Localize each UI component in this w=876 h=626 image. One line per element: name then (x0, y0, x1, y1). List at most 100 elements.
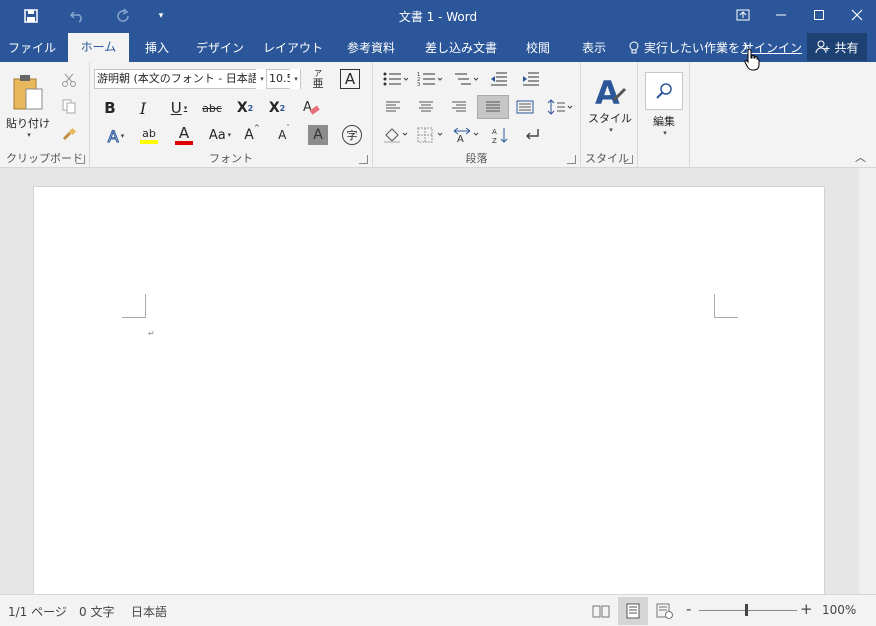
underline-button[interactable]: U ▾ (164, 97, 194, 119)
tab-layout[interactable]: レイアウト (262, 34, 324, 62)
customize-qat-button[interactable]: ▾ (146, 4, 176, 28)
bullet-list-icon (383, 72, 409, 86)
paragraph-launcher-button[interactable] (567, 155, 576, 164)
paragraph-mark-icon: ↵ (148, 329, 155, 338)
language-indicator[interactable]: 日本語 (131, 603, 167, 620)
tab-references[interactable]: 参考資料 (338, 34, 404, 62)
show-hide-marks-button[interactable] (521, 124, 543, 146)
font-color-button[interactable]: A (168, 122, 200, 148)
chevron-down-icon: ▾ (183, 104, 188, 112)
close-button[interactable] (838, 0, 876, 30)
align-left-button[interactable] (381, 96, 405, 118)
tab-review[interactable]: 校閲 (518, 34, 558, 62)
text-effects-button[interactable]: A ▾ (100, 124, 132, 148)
sort-button[interactable]: AZ (489, 124, 511, 146)
text-effects-glyph: A (107, 126, 119, 146)
page-count[interactable]: 1/1 ページ (8, 603, 67, 620)
clipboard-paste-icon (13, 75, 43, 110)
enclose-characters-button[interactable]: 字 (342, 125, 362, 145)
align-center-icon (419, 101, 433, 112)
tell-me-box[interactable]: 実行したい作業を入 (628, 34, 752, 62)
tab-file[interactable]: ファイル (0, 34, 64, 62)
shading-button[interactable] (381, 124, 411, 146)
clipboard-group: 貼り付け ▾ クリップボード (0, 62, 90, 168)
shrink-font-glyph: A (278, 128, 287, 142)
copy-button[interactable] (58, 96, 80, 116)
tab-insert[interactable]: 挿入 (135, 34, 179, 62)
share-button[interactable]: 共有 (807, 33, 867, 61)
italic-button[interactable]: I (133, 97, 153, 119)
lightbulb-icon (629, 41, 639, 54)
superscript-button[interactable]: X2 (266, 97, 288, 119)
font-name-select[interactable]: 游明朝 (本文のフォント - 日本語 (94, 69, 266, 89)
font-name-dropdown[interactable]: ▾ (256, 69, 266, 89)
font-group-label: フォント (209, 152, 253, 165)
tab-home[interactable]: ホーム (68, 33, 129, 63)
decrease-indent-button[interactable] (487, 68, 511, 90)
maximize-icon (814, 10, 824, 20)
highlight-color-button[interactable]: ab (132, 122, 166, 148)
document-page[interactable]: ↵ (33, 186, 825, 596)
tab-mailings[interactable]: 差し込み文書 (418, 34, 504, 62)
numbering-button[interactable]: 123 (415, 68, 445, 90)
clear-formatting-button[interactable]: A (300, 97, 322, 119)
grow-font-button[interactable]: A ^ (242, 124, 262, 146)
close-icon (851, 9, 863, 21)
borders-icon (417, 127, 443, 143)
align-right-button[interactable] (447, 96, 471, 118)
highlighter-icon: ab (142, 126, 156, 140)
minimize-button[interactable] (762, 0, 800, 30)
superscript-index: 2 (279, 103, 286, 113)
zoom-out-button[interactable]: - (686, 600, 691, 618)
tab-view[interactable]: 表示 (572, 34, 616, 62)
asian-layout-icon: A (453, 127, 479, 143)
tab-design[interactable]: デザイン (192, 34, 248, 62)
justify-button[interactable] (477, 95, 509, 119)
zoom-in-button[interactable]: + (800, 600, 813, 618)
paragraph-mark-icon (526, 129, 539, 140)
print-layout-button[interactable] (618, 597, 648, 625)
phonetic-guide-button[interactable]: ア 亜 (308, 66, 328, 92)
subscript-button[interactable]: X2 (234, 97, 256, 119)
line-spacing-button[interactable] (545, 96, 575, 118)
change-case-button[interactable]: Aa ▾ (204, 124, 236, 146)
zoom-slider-thumb[interactable] (745, 604, 748, 616)
editing-button[interactable]: 編集 ▾ (644, 68, 684, 140)
distributed-button[interactable] (513, 96, 537, 118)
chevron-down-icon: ▾ (158, 11, 164, 21)
multilevel-list-button[interactable] (451, 68, 481, 90)
align-right-icon (452, 101, 466, 112)
increase-indent-button[interactable] (519, 68, 543, 90)
web-layout-button[interactable] (650, 597, 680, 625)
undo-button[interactable] (54, 4, 100, 28)
collapse-ribbon-button[interactable]: ︿ (855, 149, 866, 165)
character-shading-button[interactable]: A (308, 125, 328, 145)
cut-button[interactable] (58, 70, 80, 90)
bold-button[interactable]: B (100, 97, 120, 119)
document-area[interactable]: ↵ (0, 168, 876, 596)
format-painter-button[interactable] (58, 124, 80, 144)
redo-button[interactable] (100, 4, 146, 28)
word-count[interactable]: 0 文字 (79, 603, 114, 620)
zoom-level[interactable]: 100% (822, 603, 856, 617)
maximize-button[interactable] (800, 0, 838, 30)
align-center-button[interactable] (414, 96, 438, 118)
shrink-font-button[interactable]: Aˇ (274, 124, 294, 146)
bullets-button[interactable] (381, 68, 411, 90)
styles-button[interactable]: A スタイル ▾ (585, 68, 635, 140)
strikethrough-button[interactable]: abc (200, 97, 224, 119)
styles-launcher-button[interactable] (624, 155, 633, 164)
font-launcher-button[interactable] (359, 155, 368, 164)
asian-layout-button[interactable]: A (451, 124, 483, 146)
read-mode-button[interactable] (586, 597, 616, 625)
save-button[interactable] (8, 4, 54, 28)
character-border-button[interactable]: A (340, 69, 360, 89)
font-size-dropdown[interactable]: ▾ (290, 69, 300, 89)
undo-icon (69, 11, 82, 23)
vertical-scrollbar[interactable] (859, 168, 876, 594)
paste-button[interactable]: 貼り付け ▾ (4, 68, 52, 144)
borders-button[interactable] (415, 124, 447, 146)
zoom-slider-track[interactable] (699, 610, 797, 611)
ribbon-display-options-button[interactable] (724, 0, 762, 30)
clipboard-launcher-button[interactable] (76, 155, 85, 164)
